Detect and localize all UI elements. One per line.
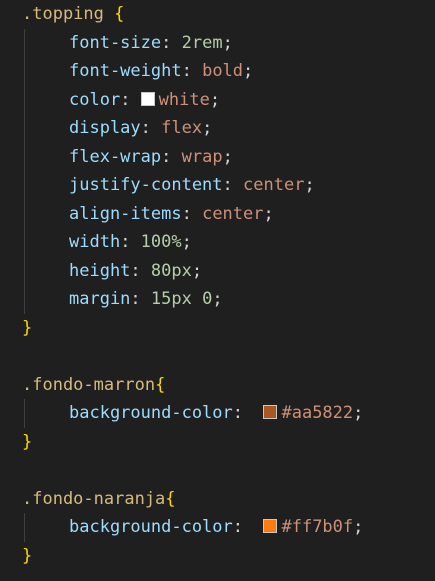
indent-guide xyxy=(24,85,25,114)
code-line: flex-wrap: wrap; xyxy=(0,142,435,171)
open-brace: { xyxy=(103,4,125,24)
color-swatch-icon[interactable] xyxy=(263,519,278,533)
indent-guide xyxy=(24,256,25,285)
css-property: color xyxy=(69,89,121,110)
code-line: .topping { xyxy=(0,0,435,29)
css-value: 100% xyxy=(140,232,182,252)
css-value: white xyxy=(158,89,210,110)
indent-guide xyxy=(24,28,25,57)
close-brace: } xyxy=(22,545,33,566)
close-brace: } xyxy=(22,431,33,452)
indent-guide xyxy=(24,285,25,314)
css-value: 15px 0 xyxy=(150,289,213,309)
css-value: #aa5822 xyxy=(281,403,354,423)
css-value: #ff7b0f xyxy=(281,517,354,537)
code-line: justify-content: center; xyxy=(0,171,435,200)
code-line: font-weight: bold; xyxy=(0,57,435,86)
css-property: background-color xyxy=(69,403,233,423)
code-line: font-size: 2rem; xyxy=(0,28,435,57)
css-property: display xyxy=(69,118,141,138)
css-value: 2rem xyxy=(181,32,223,53)
css-property: height xyxy=(69,260,131,281)
code-line: .fondo-naranja{ xyxy=(0,485,435,514)
color-swatch-icon[interactable] xyxy=(140,91,155,106)
code-line: background-color: #ff7b0f; xyxy=(0,513,435,542)
css-property: width xyxy=(69,232,121,252)
indent-guide xyxy=(24,142,25,171)
css-property: flex-wrap xyxy=(69,146,162,167)
open-brace: { xyxy=(155,374,166,395)
css-value: center xyxy=(202,203,264,224)
code-line: .fondo-marron{ xyxy=(0,371,435,400)
css-selector: .topping xyxy=(22,4,104,24)
css-property: align-items xyxy=(69,203,182,224)
css-value: 80px xyxy=(150,260,192,281)
code-line: width: 100%; xyxy=(0,228,435,257)
css-property: justify-content xyxy=(69,175,223,195)
indent-guide xyxy=(24,57,25,86)
code-line: background-color: #aa5822; xyxy=(0,399,435,428)
css-value: wrap xyxy=(181,146,223,167)
indent-guide xyxy=(24,114,25,143)
css-property: margin xyxy=(69,289,131,309)
indent-guide xyxy=(24,228,25,257)
indent-guide xyxy=(24,399,25,428)
css-value: flex xyxy=(161,118,203,138)
code-line: } xyxy=(0,314,435,343)
css-selector: .fondo-marron xyxy=(22,374,156,395)
code-line: margin: 15px 0; xyxy=(0,285,435,314)
indent-guide xyxy=(24,171,25,200)
code-editor[interactable]: .topping { font-size: 2rem; font-weight:… xyxy=(0,0,435,581)
code-line: } xyxy=(0,542,435,571)
color-swatch-icon[interactable] xyxy=(263,405,278,419)
indent-guide xyxy=(24,199,25,228)
indent-guide xyxy=(24,513,25,542)
close-brace: } xyxy=(22,317,33,338)
css-property: font-size xyxy=(69,32,162,53)
code-line: height: 80px; xyxy=(0,256,435,285)
code-line: } xyxy=(0,428,435,457)
css-value: bold xyxy=(202,61,244,81)
code-line: align-items: center; xyxy=(0,199,435,228)
css-selector: .fondo-naranja xyxy=(22,488,166,509)
css-property: font-weight xyxy=(69,61,182,81)
css-value: center xyxy=(243,175,305,195)
code-line: color: white; xyxy=(0,85,435,114)
code-line: display: flex; xyxy=(0,114,435,143)
css-property: background-color xyxy=(69,517,233,537)
open-brace: { xyxy=(165,488,176,509)
